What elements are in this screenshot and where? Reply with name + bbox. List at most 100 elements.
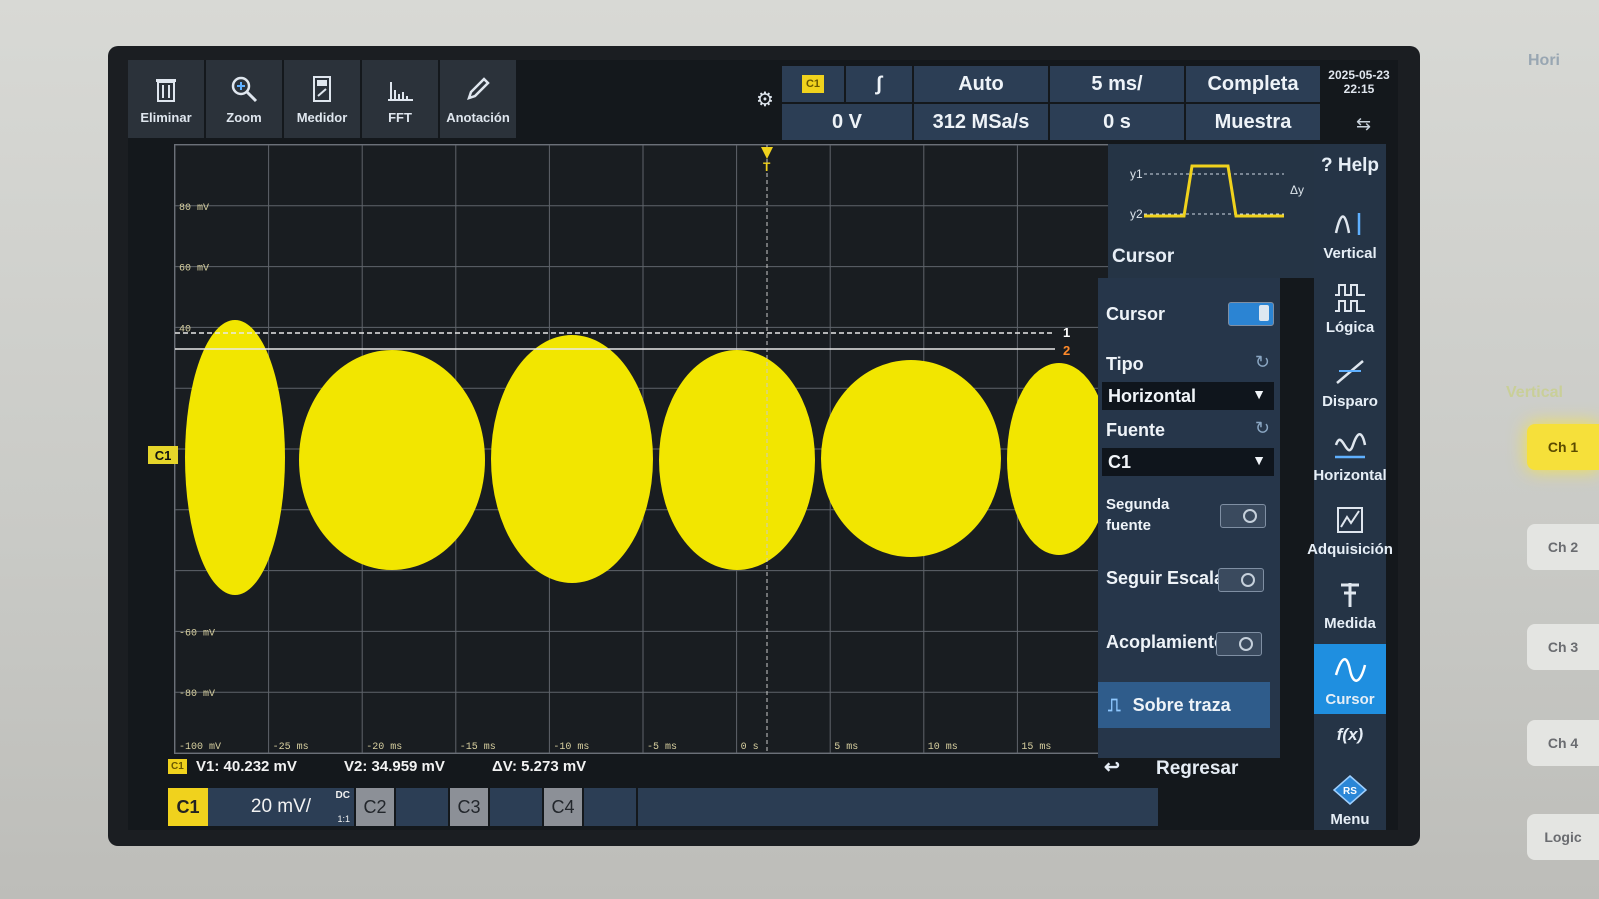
cursor-preview-panel: y1 y2 Δy Cursor xyxy=(1108,144,1314,278)
cursor-enable-toggle[interactable] xyxy=(1228,302,1274,326)
meter-icon xyxy=(313,75,331,102)
settings-gear-icon[interactable]: ⚙ xyxy=(756,90,776,110)
trigger-marker-label: T xyxy=(763,160,771,174)
menu-logica[interactable]: Lógica xyxy=(1314,272,1386,342)
x-tick-label: -5 ms xyxy=(647,742,677,753)
sobre-traza-button[interactable]: ⎍ Sobre traza xyxy=(1098,682,1270,728)
cursor1-label: 1 xyxy=(1063,325,1070,340)
segunda-fuente-toggle[interactable] xyxy=(1220,504,1266,528)
fft-icon xyxy=(388,81,413,101)
waveform-lobe xyxy=(1007,363,1111,555)
trigger-level[interactable]: 0 V xyxy=(782,104,912,140)
datetime: 2025-05-23 22:15 xyxy=(1324,68,1394,96)
cursor2-label: 2 xyxy=(1063,343,1070,358)
menu-medida[interactable]: Medida xyxy=(1314,568,1386,638)
toggle-knob xyxy=(1259,305,1269,321)
trigger-mode[interactable]: Auto xyxy=(914,66,1048,102)
zoom-button[interactable]: Zoom xyxy=(206,60,282,138)
fx-button[interactable]: f(x) xyxy=(1314,718,1386,758)
medidor-button[interactable]: Medidor xyxy=(284,60,360,138)
trigger-channel-badge[interactable]: C1 xyxy=(782,66,844,102)
timebase[interactable]: 5 ms/ xyxy=(1050,66,1184,102)
toggle-ring xyxy=(1243,509,1257,523)
svg-text:Δy: Δy xyxy=(1290,183,1304,197)
main-menu-column: ? Help Vertical Lógica Disparo Horizonta… xyxy=(1307,144,1393,830)
menu-disparo[interactable]: Disparo xyxy=(1314,346,1386,416)
help-button[interactable]: ? Help xyxy=(1314,144,1386,194)
regresar-button[interactable]: ↩ Regresar xyxy=(1104,750,1274,790)
waveform-lobe xyxy=(821,360,1001,557)
trigger-marker-icon xyxy=(761,147,773,159)
sample-rate[interactable]: 312 MSa/s xyxy=(914,104,1048,140)
y-tick-label: 60 mV xyxy=(179,264,209,275)
toolbar: Eliminar Zoom Medidor FFT Anotación xyxy=(128,60,520,140)
x-tick-label: -15 ms xyxy=(460,742,496,753)
tipo-reset-icon[interactable]: ↻ xyxy=(1255,352,1270,373)
channel-c4-scale[interactable] xyxy=(584,788,636,826)
seguir-escala-label: Seguir Escala xyxy=(1106,568,1225,588)
channel-c4-button[interactable]: C4 xyxy=(544,788,582,826)
menu-vertical[interactable]: Vertical xyxy=(1314,198,1386,268)
physical-ch4-button[interactable]: Ch 4 xyxy=(1527,720,1599,766)
chevron-down-icon: ▼ xyxy=(1252,452,1266,468)
fuente-label: Fuente xyxy=(1106,420,1166,440)
readout-v2: V2: 34.959 mV xyxy=(344,758,445,775)
trash-icon xyxy=(156,78,176,102)
channel-c2-button[interactable]: C2 xyxy=(356,788,394,826)
main-menu-button[interactable]: RS Menu xyxy=(1314,758,1386,830)
rs-logo-icon: RS xyxy=(1333,775,1367,805)
trigger-channel: C1 xyxy=(801,75,825,93)
x-tick-label: -10 ms xyxy=(553,742,589,753)
physical-logic-button[interactable]: Logic xyxy=(1527,814,1599,860)
tipo-value: Horizontal xyxy=(1108,385,1196,406)
segunda-fuente-label: Segunda fuente xyxy=(1106,496,1170,534)
waveform-lobe xyxy=(659,350,815,570)
fuente-value: C1 xyxy=(1108,451,1132,472)
acoplamiento-toggle[interactable] xyxy=(1216,632,1262,656)
physical-ch2-button[interactable]: Ch 2 xyxy=(1527,524,1599,570)
help-label: ? Help xyxy=(1320,155,1380,176)
physical-ch3-button[interactable]: Ch 3 xyxy=(1527,624,1599,670)
measure-icon xyxy=(1341,583,1359,607)
tipo-select[interactable]: Horizontal ▼ xyxy=(1102,382,1274,410)
eliminar-button[interactable]: Eliminar xyxy=(128,60,204,138)
waveform-plot[interactable]: 80 mV 60 mV 40 -60 mV -80 mV -100 mV -25 ms -20… xyxy=(174,144,1112,754)
cursor-side-menu: Cursor Tipo ↻ Horizontal ▼ Fuente ↻ C1 ▼… xyxy=(1098,278,1280,758)
horizontal-offset[interactable]: 0 s xyxy=(1050,104,1184,140)
status-grid: C1 ∫ Auto 5 ms/ Completa 0 V 312 MSa/s 0… xyxy=(782,66,1322,142)
channel-c3-scale[interactable] xyxy=(490,788,542,826)
channel-c1-scale[interactable]: 20 mV/ DC 1:1 xyxy=(208,788,354,826)
anotacion-button[interactable]: Anotación xyxy=(440,60,516,138)
y-tick-label: -100 mV xyxy=(179,742,221,753)
waveform-lobe xyxy=(299,350,485,570)
pencil-icon xyxy=(467,76,490,100)
cursor-readout: C1 V1: 40.232 mV V2: 34.959 mV ΔV: 5.273… xyxy=(168,756,1108,782)
fuente-select[interactable]: C1 ▼ xyxy=(1102,448,1274,476)
channel-offset-marker[interactable]: C1 xyxy=(148,446,178,464)
tipo-label: Tipo xyxy=(1106,354,1144,374)
channel-c1-button[interactable]: C1 xyxy=(168,788,208,826)
channel-bar-empty xyxy=(638,788,1158,826)
svg-text:y1: y1 xyxy=(1130,167,1143,181)
menu-horizontal[interactable]: Horizontal xyxy=(1313,420,1387,490)
anotacion-label: Anotación xyxy=(446,109,510,125)
seguir-escala-toggle[interactable] xyxy=(1218,568,1264,592)
channel-c2-scale[interactable] xyxy=(396,788,448,826)
y-tick-label: -60 mV xyxy=(179,628,215,639)
trigger-slope[interactable]: ∫ xyxy=(846,66,912,102)
fft-button[interactable]: FFT xyxy=(362,60,438,138)
channel-bar: C1 20 mV/ DC 1:1 C2 C3 C4 xyxy=(168,788,1158,828)
trace-c1 xyxy=(185,320,1111,595)
oscilloscope-screen: Eliminar Zoom Medidor FFT Anotación ⚙ C1… xyxy=(128,60,1398,830)
readout-v1: V1: 40.232 mV xyxy=(196,758,297,775)
physical-ch1-button[interactable]: Ch 1 xyxy=(1527,424,1599,470)
waveform-lobe xyxy=(185,320,285,595)
menu-cursor[interactable]: Cursor xyxy=(1314,644,1386,714)
sample-mode[interactable]: Muestra xyxy=(1186,104,1320,140)
regresar-label: Regresar xyxy=(1156,758,1239,779)
zoom-label: Zoom xyxy=(226,109,262,125)
fuente-reset-icon[interactable]: ↻ xyxy=(1255,418,1270,439)
channel-c3-button[interactable]: C3 xyxy=(450,788,488,826)
menu-adquisicion[interactable]: Adquisición xyxy=(1307,494,1393,564)
acquire-mode[interactable]: Completa xyxy=(1186,66,1320,102)
